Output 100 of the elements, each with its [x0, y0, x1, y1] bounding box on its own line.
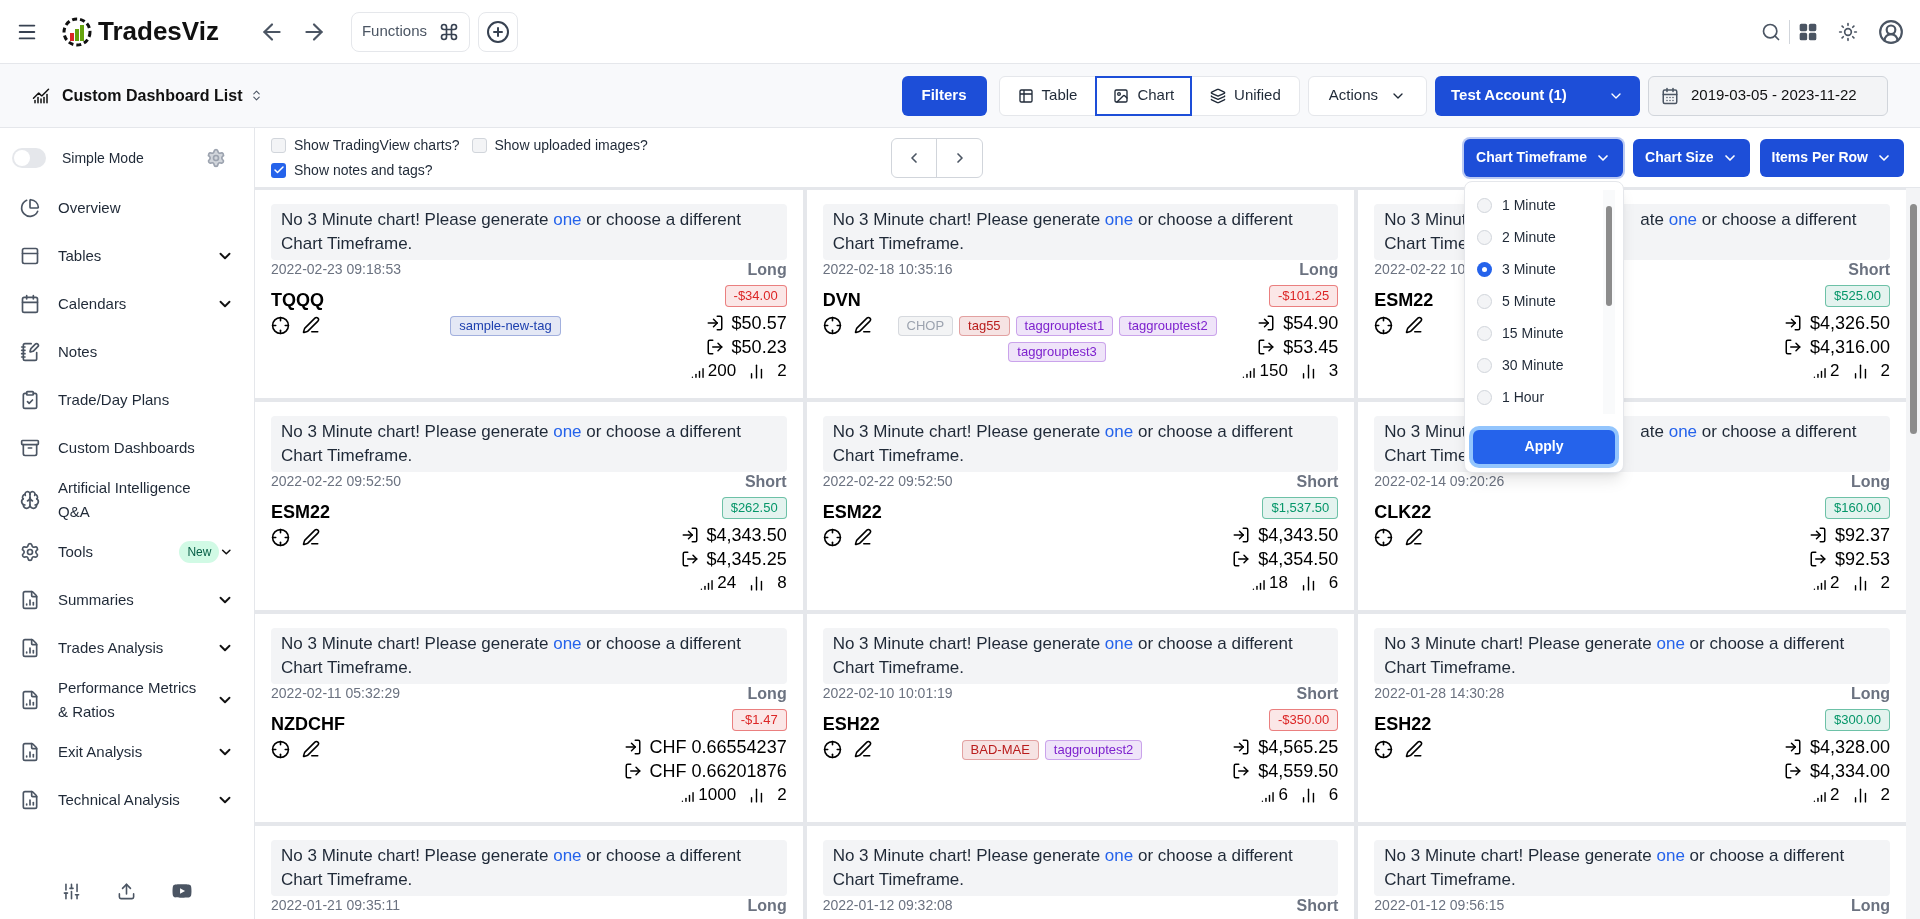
theme-icon[interactable] — [1838, 21, 1858, 42]
sidebar-item[interactable]: Technical Analysis — [0, 780, 254, 820]
sidebar-item[interactable]: Overview — [0, 188, 254, 228]
edit-icon[interactable] — [1405, 316, 1424, 334]
checkbox[interactable] — [471, 137, 487, 153]
video-play-icon[interactable] — [172, 881, 192, 901]
apps-grid-icon[interactable] — [1798, 21, 1818, 42]
crosshair-icon[interactable] — [271, 316, 290, 335]
sidebar-item[interactable]: Tables — [0, 236, 254, 276]
edit-icon[interactable] — [302, 740, 320, 758]
timeframe-option[interactable]: 1 Minute — [1473, 189, 1604, 222]
add-button[interactable] — [478, 11, 518, 52]
crosshair-icon[interactable] — [271, 528, 290, 547]
crosshair-icon[interactable] — [1374, 740, 1394, 759]
edit-icon[interactable] — [302, 528, 320, 546]
generate-link[interactable]: one — [1104, 210, 1134, 229]
upload-icon[interactable] — [117, 881, 136, 901]
generate-link[interactable]: one — [1656, 634, 1685, 653]
sliders-icon[interactable] — [62, 881, 81, 901]
generate-link[interactable]: one — [553, 634, 582, 653]
crosshair-icon[interactable] — [1374, 316, 1394, 335]
crosshair-icon[interactable] — [822, 316, 842, 335]
crosshair-icon[interactable] — [822, 528, 842, 547]
checkbox[interactable] — [271, 137, 286, 153]
radio-button[interactable] — [1477, 198, 1493, 213]
dashboard-title[interactable]: Custom Dashboard List — [62, 83, 243, 108]
table-icon — [20, 246, 40, 266]
radio-button[interactable] — [1477, 230, 1493, 245]
generate-link[interactable]: one — [1668, 422, 1698, 441]
scrollbar[interactable] — [1603, 189, 1616, 414]
dropdown-button[interactable]: Items Per Row — [1759, 138, 1904, 177]
pie-chart-icon — [20, 198, 40, 218]
crosshair-icon[interactable] — [1374, 528, 1394, 547]
generate-link[interactable]: one — [553, 210, 582, 229]
generate-link[interactable]: one — [1656, 846, 1685, 865]
no-chart-message: ate one or choose a different — [1640, 209, 1857, 231]
edit-icon[interactable] — [1405, 528, 1424, 546]
crosshair-icon[interactable] — [271, 740, 290, 759]
edit-icon[interactable] — [853, 528, 872, 546]
checkbox[interactable] — [271, 162, 286, 178]
actions-button[interactable]: Actions — [1307, 75, 1427, 116]
radio-button[interactable] — [1477, 326, 1493, 341]
account-selector[interactable]: Test Account (1) — [1435, 75, 1640, 116]
sidebar-item[interactable]: Trade/Day Plans — [0, 380, 254, 420]
sidebar-item[interactable]: Tools New — [0, 532, 254, 572]
edit-icon[interactable] — [302, 316, 320, 334]
no-chart-message: No 3 Minute chart! Please generate one or choose a different Chart Timeframe. — [271, 628, 787, 684]
dropdown-button[interactable]: Chart Timeframe — [1464, 138, 1624, 177]
functions-button[interactable]: Functions — [350, 11, 470, 52]
generate-link[interactable]: one — [553, 846, 582, 865]
generate-link[interactable]: one — [1104, 846, 1134, 865]
plus-circle-icon — [486, 19, 510, 44]
dropdown-button[interactable]: Chart Size — [1633, 138, 1750, 177]
entry-price: CHF 0.66554237 — [649, 736, 787, 759]
crosshair-icon[interactable] — [822, 740, 842, 759]
sidebar-item[interactable]: Calendars — [0, 284, 254, 324]
sidebar-item[interactable]: Custom Dashboards — [0, 428, 254, 468]
layers-icon — [1210, 87, 1227, 104]
page-scrollbar[interactable] — [1906, 188, 1920, 919]
timeframe-option[interactable]: 15 Minute — [1473, 317, 1604, 350]
edit-icon[interactable] — [853, 740, 872, 758]
date-range-field[interactable]: 2019-03-05 - 2023-11-22 — [1648, 75, 1888, 116]
timeframe-option[interactable]: 5 Minute — [1473, 285, 1604, 318]
sidebar-item[interactable]: Trades Analysis — [0, 628, 254, 668]
generate-link[interactable]: one — [1104, 422, 1134, 441]
sidebar-item[interactable]: Notes — [0, 332, 254, 372]
radio-button[interactable] — [1477, 358, 1493, 373]
generate-link[interactable]: one — [553, 422, 582, 441]
sidebar-item[interactable]: Artificial Intelligence Q&A — [0, 476, 254, 524]
radio-button[interactable] — [1477, 294, 1493, 309]
notes-icon — [20, 342, 40, 362]
timeframe-option[interactable]: 2 Minute — [1473, 221, 1604, 254]
generate-link[interactable]: one — [1668, 210, 1698, 229]
trade-date: 2022-02-23 09:18:53 — [271, 260, 401, 278]
timeframe-option[interactable]: 30 Minute — [1473, 349, 1604, 382]
view-tab[interactable]: Unified — [1192, 76, 1299, 115]
edit-icon[interactable] — [853, 316, 872, 334]
trade-date: 2022-02-18 10:35:16 — [822, 260, 953, 278]
filters-button[interactable]: Filters — [901, 75, 987, 116]
view-tab[interactable]: Table — [999, 76, 1096, 115]
timeframe-option[interactable]: 3 Minute — [1473, 253, 1604, 286]
report-icon — [20, 742, 40, 762]
radio-button[interactable] — [1477, 390, 1493, 405]
radio-button[interactable] — [1477, 262, 1493, 277]
sidebar-item[interactable]: Exit Analysis — [0, 732, 254, 772]
exit-price: $4,316.00 — [1809, 336, 1890, 359]
quantity-value: 150 — [1259, 360, 1288, 382]
ticker-symbol: ESH22 — [822, 713, 880, 736]
quantity-value: 2 — [1830, 360, 1840, 382]
edit-icon[interactable] — [1405, 740, 1424, 758]
trade-side: Long — [1850, 897, 1890, 915]
simple-mode-toggle[interactable] — [12, 148, 46, 168]
sidebar-item[interactable]: Summaries — [0, 580, 254, 620]
user-avatar-icon[interactable] — [1878, 18, 1904, 45]
trade-side: Long — [747, 897, 787, 915]
timeframe-option[interactable]: 1 Hour — [1473, 381, 1604, 414]
sidebar-item[interactable]: Performance Metrics & Ratios — [0, 676, 254, 724]
generate-link[interactable]: one — [1104, 634, 1134, 653]
view-tab[interactable]: Chart — [1095, 75, 1193, 116]
search-icon[interactable] — [1761, 21, 1781, 42]
